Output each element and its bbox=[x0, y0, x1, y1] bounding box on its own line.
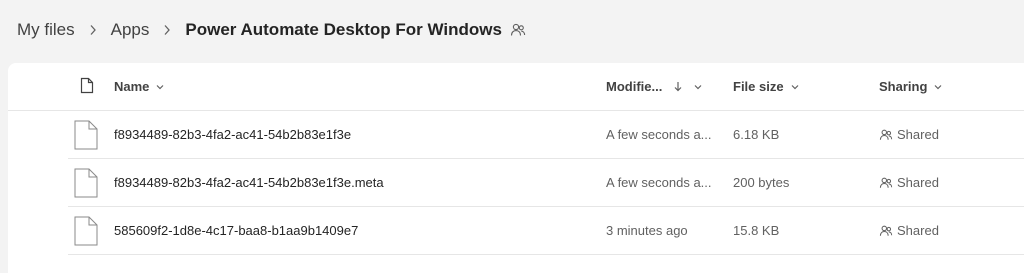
chevron-down-icon bbox=[694, 84, 702, 90]
sharing-status[interactable]: Shared bbox=[879, 111, 939, 158]
chevron-down-icon bbox=[791, 84, 799, 90]
column-header-sharing[interactable]: Sharing bbox=[879, 63, 942, 110]
people-icon bbox=[879, 177, 893, 188]
sharing-label: Shared bbox=[897, 127, 939, 142]
column-sharing-label: Sharing bbox=[879, 79, 928, 94]
chevron-down-icon bbox=[156, 84, 164, 90]
modified-value: 3 minutes ago bbox=[606, 223, 688, 238]
table-row[interactable]: f8934489-82b3-4fa2-ac41-54b2b83e1f3e.met… bbox=[68, 159, 1024, 207]
document-icon bbox=[74, 207, 98, 254]
file-name[interactable]: 585609f2-1d8e-4c17-baa8-b1aa9b1409e7 bbox=[114, 207, 358, 254]
people-icon bbox=[879, 129, 893, 140]
modified-value: A few seconds a... bbox=[606, 127, 712, 142]
sharing-status[interactable]: Shared bbox=[879, 159, 939, 206]
sharing-label: Shared bbox=[897, 175, 939, 190]
column-size-label: File size bbox=[733, 79, 784, 94]
column-header-modified[interactable]: Modifie... bbox=[606, 63, 702, 110]
breadcrumb-my-files[interactable]: My files bbox=[17, 20, 75, 40]
column-modified-label: Modifie... bbox=[606, 79, 663, 94]
breadcrumb-current-folder: Power Automate Desktop For Windows bbox=[185, 20, 502, 39]
chevron-right-icon bbox=[163, 24, 171, 36]
file-type-header[interactable] bbox=[80, 63, 94, 110]
sharing-status[interactable]: Shared bbox=[879, 207, 939, 254]
document-icon bbox=[80, 77, 94, 97]
column-header-row: Name Modifie... File size Sharing bbox=[8, 63, 1024, 111]
document-icon bbox=[74, 111, 98, 158]
file-size-value: 200 bytes bbox=[733, 175, 790, 190]
people-icon bbox=[879, 225, 893, 236]
chevron-down-icon bbox=[934, 84, 942, 90]
modified-value: A few seconds a... bbox=[606, 175, 712, 190]
table-row[interactable]: 585609f2-1d8e-4c17-baa8-b1aa9b1409e7 3 m… bbox=[68, 207, 1024, 255]
column-header-file-size[interactable]: File size bbox=[733, 63, 799, 110]
column-header-name[interactable]: Name bbox=[114, 63, 164, 110]
table-row[interactable]: f8934489-82b3-4fa2-ac41-54b2b83e1f3e A f… bbox=[68, 111, 1024, 159]
chevron-right-icon bbox=[89, 24, 97, 36]
sharing-label: Shared bbox=[897, 223, 939, 238]
file-name[interactable]: f8934489-82b3-4fa2-ac41-54b2b83e1f3e.met… bbox=[114, 159, 384, 206]
breadcrumb-apps[interactable]: Apps bbox=[111, 20, 150, 40]
breadcrumb: My files Apps Power Automate Desktop For… bbox=[17, 18, 526, 42]
column-name-label: Name bbox=[114, 79, 150, 94]
arrow-down-icon bbox=[674, 81, 682, 92]
people-icon[interactable] bbox=[510, 23, 526, 37]
file-name[interactable]: f8934489-82b3-4fa2-ac41-54b2b83e1f3e bbox=[114, 111, 351, 158]
file-size-value: 6.18 KB bbox=[733, 127, 780, 142]
document-icon bbox=[74, 159, 98, 206]
file-list-panel: Name Modifie... File size Sharing f89344… bbox=[8, 63, 1024, 273]
file-size-value: 15.8 KB bbox=[733, 223, 780, 238]
